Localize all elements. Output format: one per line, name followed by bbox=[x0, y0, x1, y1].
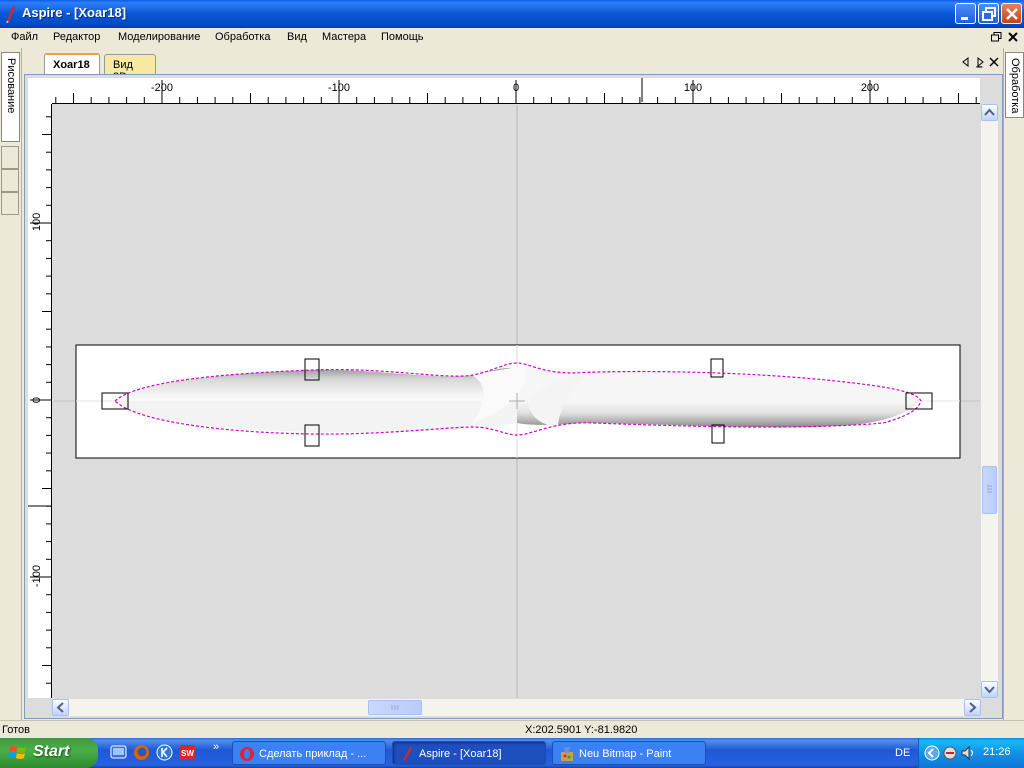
tab-prev-arrow-icon[interactable] bbox=[962, 57, 970, 67]
start-button[interactable]: Start bbox=[0, 738, 98, 768]
restore-button[interactable] bbox=[978, 3, 999, 24]
windows-logo-icon bbox=[8, 746, 26, 759]
horizontal-ruler: -200 -100 0 100 200 bbox=[52, 78, 980, 104]
menu-editor[interactable]: Редактор bbox=[53, 31, 100, 43]
side-tab-3[interactable] bbox=[1, 192, 19, 215]
minimize-button[interactable] bbox=[955, 3, 976, 24]
system-tray: 21:26 bbox=[918, 738, 1024, 768]
language-indicator[interactable]: DE bbox=[895, 747, 910, 759]
right-side-panel: Обработка bbox=[1003, 48, 1024, 720]
tray-expand-icon[interactable] bbox=[924, 745, 940, 761]
menu-modeling[interactable]: Моделирование bbox=[118, 31, 200, 43]
drawing-canvas[interactable] bbox=[53, 105, 980, 698]
task-paint-label: Neu Bitmap - Paint bbox=[579, 748, 672, 760]
tab-toolpaths[interactable]: Обработка bbox=[1005, 52, 1024, 118]
hruler-label-0: 0 bbox=[513, 82, 519, 94]
task-opera[interactable]: Сделать приклад - ... bbox=[232, 741, 386, 765]
menu-file[interactable]: Файл bbox=[11, 31, 38, 43]
opera-icon bbox=[240, 747, 254, 761]
hruler-label-100: 100 bbox=[684, 82, 702, 94]
side-tab-2[interactable] bbox=[1, 169, 19, 192]
quicklaunch-overflow-icon[interactable]: » bbox=[213, 741, 219, 753]
menu-toolpaths[interactable]: Обработка bbox=[215, 31, 270, 43]
clock[interactable]: 21:26 bbox=[983, 746, 1011, 758]
taskbar: Start SW » Сделать приклад - ... Aspire … bbox=[0, 738, 1024, 768]
title-bar: Aspire - [Xoar18] bbox=[0, 0, 1024, 28]
tab-drawing[interactable]: Рисование bbox=[1, 52, 20, 142]
aspire-icon bbox=[403, 747, 412, 761]
status-ready: Готов bbox=[2, 724, 30, 736]
vruler-label-neg100: -100 bbox=[31, 565, 43, 587]
document-tabs: Xoar18 Вид 3D bbox=[24, 50, 1003, 83]
firefox-icon[interactable] bbox=[133, 744, 150, 761]
paint-icon bbox=[561, 747, 573, 761]
tab-xoar18[interactable]: Xoar18 bbox=[44, 53, 100, 74]
window-title: Aspire - [Xoar18] bbox=[22, 5, 127, 20]
tab-toolpaths-label: Обработка bbox=[1009, 58, 1021, 114]
vertical-scrollbar[interactable] bbox=[981, 104, 998, 698]
status-coordinates: X:202.5901 Y:-81.9820 bbox=[525, 724, 638, 736]
scroll-down-button[interactable] bbox=[981, 681, 998, 698]
vertical-ruler: 100 0 -100 bbox=[28, 104, 52, 698]
hruler-label-200: 200 bbox=[861, 82, 879, 94]
scroll-up-button[interactable] bbox=[981, 104, 998, 121]
task-opera-label: Сделать приклад - ... bbox=[259, 748, 367, 760]
tab-close-icon[interactable] bbox=[989, 57, 999, 67]
tab-view-3d[interactable]: Вид 3D bbox=[104, 54, 156, 83]
left-side-panel: Рисование bbox=[0, 48, 22, 720]
vruler-label-0: 0 bbox=[31, 397, 43, 403]
scroll-left-button[interactable] bbox=[52, 699, 69, 716]
k-app-icon[interactable] bbox=[156, 744, 173, 761]
vertical-scroll-thumb[interactable] bbox=[982, 466, 997, 514]
svg-text:SW: SW bbox=[181, 749, 194, 758]
tab-xoar18-label: Xoar18 bbox=[53, 59, 90, 71]
scroll-right-button[interactable] bbox=[964, 699, 981, 716]
vruler-label-100: 100 bbox=[31, 213, 43, 231]
menu-bar: Файл Редактор Моделирование Обработка Ви… bbox=[0, 28, 1024, 73]
menu-view[interactable]: Вид bbox=[287, 31, 307, 43]
menu-help[interactable]: Помощь bbox=[381, 31, 424, 43]
status-bar: Готов X:202.5901 Y:-81.9820 bbox=[0, 720, 1024, 738]
close-button[interactable] bbox=[1001, 3, 1022, 24]
mdi-close-button[interactable] bbox=[1008, 32, 1018, 42]
start-label: Start bbox=[33, 743, 70, 760]
volume-icon[interactable] bbox=[960, 745, 976, 761]
mdi-restore-button[interactable] bbox=[991, 32, 1002, 42]
tab-drawing-label: Рисование bbox=[5, 58, 17, 114]
tab-next-arrow-icon[interactable] bbox=[976, 57, 984, 67]
solidworks-icon[interactable]: SW bbox=[179, 744, 196, 761]
side-tab-1[interactable] bbox=[1, 146, 19, 169]
aspire-app-icon bbox=[6, 6, 15, 23]
horizontal-scroll-thumb[interactable] bbox=[368, 700, 422, 715]
hruler-label-neg200: -200 bbox=[151, 82, 173, 94]
task-aspire[interactable]: Aspire - [Xoar18] bbox=[392, 741, 546, 765]
hruler-label-neg100: -100 bbox=[328, 82, 350, 94]
network-icon[interactable] bbox=[942, 745, 958, 761]
ruler-corner bbox=[28, 78, 52, 104]
task-aspire-label: Aspire - [Xoar18] bbox=[419, 748, 502, 760]
horizontal-scrollbar[interactable] bbox=[52, 699, 981, 716]
show-desktop-icon[interactable] bbox=[110, 744, 127, 761]
task-paint[interactable]: Neu Bitmap - Paint bbox=[552, 741, 706, 765]
menu-wizards[interactable]: Мастера bbox=[322, 31, 366, 43]
